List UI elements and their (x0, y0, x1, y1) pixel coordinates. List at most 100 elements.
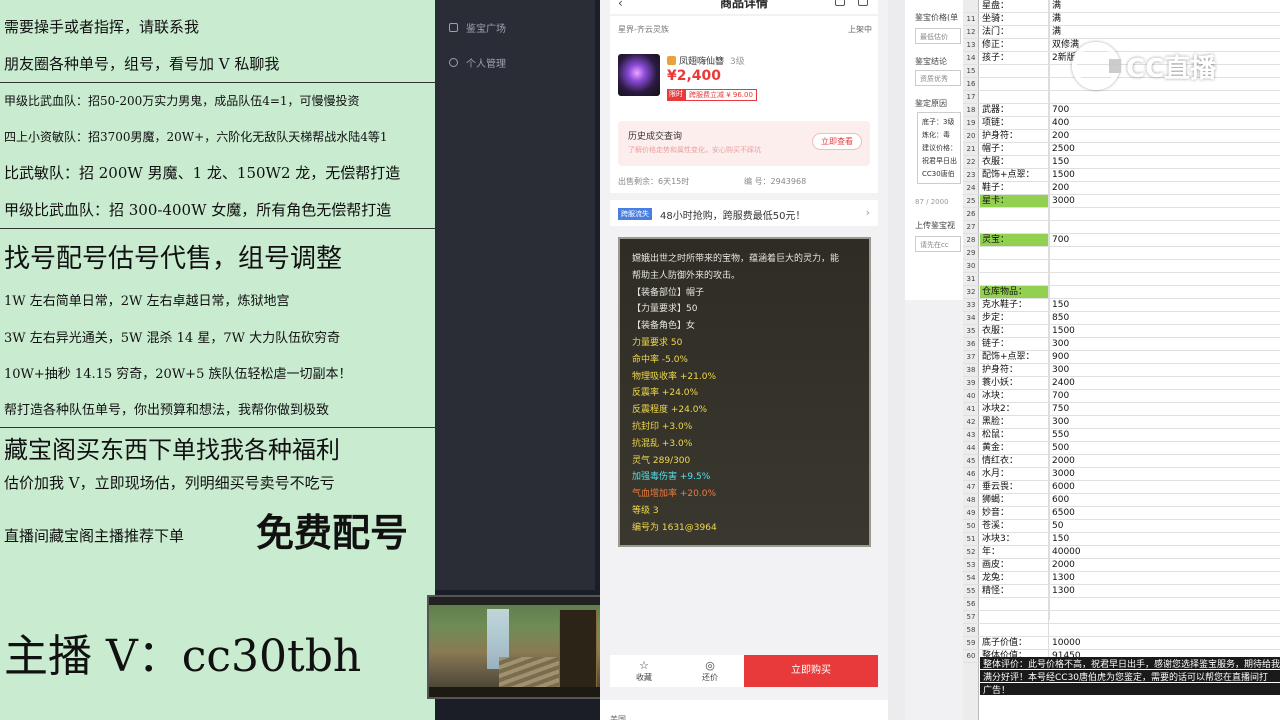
item-cell[interactable]: 法门： (980, 26, 1049, 38)
table-row[interactable]: 38 护身符： 300 (963, 364, 1280, 377)
value-cell[interactable]: 6500 (1050, 507, 1075, 519)
item-cell[interactable]: 黄金： (980, 442, 1049, 454)
item-cell[interactable]: 仓库物品： (980, 286, 1049, 298)
item-cell[interactable] (980, 247, 1049, 259)
more-icon[interactable] (858, 0, 868, 6)
item-cell[interactable] (980, 624, 1049, 636)
sidebar-item-appraisal-plaza[interactable]: 鉴宝广场 (449, 20, 506, 35)
value-cell[interactable]: 满 (1050, 0, 1061, 12)
item-cell[interactable]: 武器： (980, 104, 1049, 116)
table-row[interactable]: 44 黄金： 500 (963, 442, 1280, 455)
value-cell[interactable]: 700 (1050, 390, 1069, 402)
item-cell[interactable] (980, 91, 1049, 103)
table-row[interactable]: 53 画皮： 2000 (963, 559, 1280, 572)
item-cell[interactable] (980, 78, 1049, 90)
table-row[interactable]: 33 克水鞋子： 150 (963, 299, 1280, 312)
value-cell[interactable]: 2400 (1050, 377, 1075, 389)
table-row[interactable]: 19 项链： 400 (963, 117, 1280, 130)
item-cell[interactable]: 情红衣： (980, 455, 1049, 467)
value-cell[interactable]: 200 (1050, 182, 1069, 194)
value-cell[interactable]: 2000 (1050, 455, 1075, 467)
value-cell[interactable]: 3000 (1050, 195, 1075, 207)
item-cell[interactable]: 冰块： (980, 390, 1049, 402)
cross-server-banner[interactable]: 跨服流失 48小时抢购，跨服费最低50元！ › (610, 200, 878, 226)
table-row[interactable]: 20 护身符： 200 (963, 130, 1280, 143)
table-row[interactable]: 25 星卡： 3000 (963, 195, 1280, 208)
conclusion-select[interactable]: 资质优秀 (915, 70, 961, 86)
table-row[interactable]: 35 衣服： 1500 (963, 325, 1280, 338)
item-cell[interactable]: 项链： (980, 117, 1049, 129)
item-cell[interactable]: 精怪： (980, 585, 1049, 597)
table-row[interactable]: 36 链子： 300 (963, 338, 1280, 351)
table-row[interactable]: 32 仓库物品： (963, 286, 1280, 299)
table-row[interactable]: 12 法门：满 (963, 26, 1280, 39)
item-cell[interactable]: 星卡： (980, 195, 1049, 207)
item-cell[interactable] (980, 598, 1049, 610)
item-cell[interactable]: 冰块2： (980, 403, 1049, 415)
reason-textarea[interactable]: 底子：3级 炼化：毒 建议价格： 祝君早日出 CC30唐伯 (917, 112, 961, 184)
value-cell[interactable]: 600 (1050, 494, 1069, 506)
table-row[interactable]: 51 冰块3： 150 (963, 533, 1280, 546)
table-row[interactable]: 26 (963, 208, 1280, 221)
item-cell[interactable]: 帽子： (980, 143, 1049, 155)
table-row[interactable]: 56 (963, 598, 1280, 611)
value-cell[interactable]: 200 (1050, 130, 1069, 142)
buy-now-button[interactable]: 立即购买 (744, 655, 878, 687)
item-cell[interactable]: 垂云畏： (980, 481, 1049, 493)
item-cell[interactable]: 松鼠： (980, 429, 1049, 441)
table-row[interactable]: 23 配饰+点翠： 1500 (963, 169, 1280, 182)
item-cell[interactable]: 年： (980, 546, 1049, 558)
value-cell[interactable]: 300 (1050, 416, 1069, 428)
value-cell[interactable]: 300 (1050, 364, 1069, 376)
item-cell[interactable]: 黑脸： (980, 416, 1049, 428)
game-video-thumbnail[interactable] (427, 595, 603, 699)
item-image[interactable] (618, 54, 660, 96)
item-cell[interactable]: 护身符： (980, 364, 1049, 376)
item-cell[interactable]: 修正： (980, 39, 1049, 51)
table-row[interactable]: 52 年： 40000 (963, 546, 1280, 559)
value-cell[interactable]: 1300 (1050, 585, 1075, 597)
bargain-button[interactable]: ◎ 还价 (680, 659, 740, 683)
item-cell[interactable]: 画皮： (980, 559, 1049, 571)
table-row[interactable]: 17 (963, 91, 1280, 104)
value-cell[interactable]: 满 (1050, 13, 1061, 25)
item-cell[interactable]: 冰块3： (980, 533, 1049, 545)
share-icon[interactable] (835, 0, 845, 6)
item-cell[interactable] (980, 611, 1049, 623)
table-row[interactable]: 21 帽子： 2500 (963, 143, 1280, 156)
item-cell[interactable] (980, 208, 1049, 220)
table-row[interactable]: 49 妙音： 6500 (963, 507, 1280, 520)
table-row[interactable]: 48 狮蝎： 600 (963, 494, 1280, 507)
value-cell[interactable]: 1500 (1050, 325, 1075, 337)
item-cell[interactable] (980, 260, 1049, 272)
item-cell[interactable]: 鞋子： (980, 182, 1049, 194)
table-row[interactable]: 50 苍溪： 50 (963, 520, 1280, 533)
table-row[interactable]: 46 水月： 3000 (963, 468, 1280, 481)
value-cell[interactable]: 50 (1050, 520, 1063, 532)
favorite-button[interactable]: ☆ 收藏 (614, 659, 674, 683)
value-cell[interactable]: 700 (1050, 104, 1069, 116)
min-price-input[interactable]: 最低估价 (915, 28, 961, 44)
value-cell[interactable]: 10000 (1050, 637, 1081, 649)
item-cell[interactable]: 水月： (980, 468, 1049, 480)
view-history-button[interactable]: 立即查看 (812, 133, 862, 150)
table-row[interactable]: 29 (963, 247, 1280, 260)
table-row[interactable]: 45 情红衣： 2000 (963, 455, 1280, 468)
value-cell[interactable]: 500 (1050, 442, 1069, 454)
value-cell[interactable]: 6000 (1050, 481, 1075, 493)
value-cell[interactable]: 400 (1050, 117, 1069, 129)
table-row[interactable]: 59 底子价值： 10000 (963, 637, 1280, 650)
value-cell[interactable]: 满 (1050, 26, 1061, 38)
value-cell[interactable]: 2500 (1050, 143, 1075, 155)
item-cell[interactable]: 龙兔： (980, 572, 1049, 584)
value-cell[interactable]: 150 (1050, 156, 1069, 168)
item-cell[interactable]: 配饰+点翠： (980, 351, 1049, 363)
upload-input[interactable]: 请先在cc (915, 236, 961, 252)
table-row[interactable]: 41 冰块2： 750 (963, 403, 1280, 416)
table-row[interactable]: 42 黑脸： 300 (963, 416, 1280, 429)
table-row[interactable]: 47 垂云畏： 6000 (963, 481, 1280, 494)
value-cell[interactable]: 900 (1050, 351, 1069, 363)
item-cell[interactable]: 护身符： (980, 130, 1049, 142)
item-cell[interactable]: 衣服： (980, 325, 1049, 337)
table-row[interactable]: 57 (963, 611, 1280, 624)
